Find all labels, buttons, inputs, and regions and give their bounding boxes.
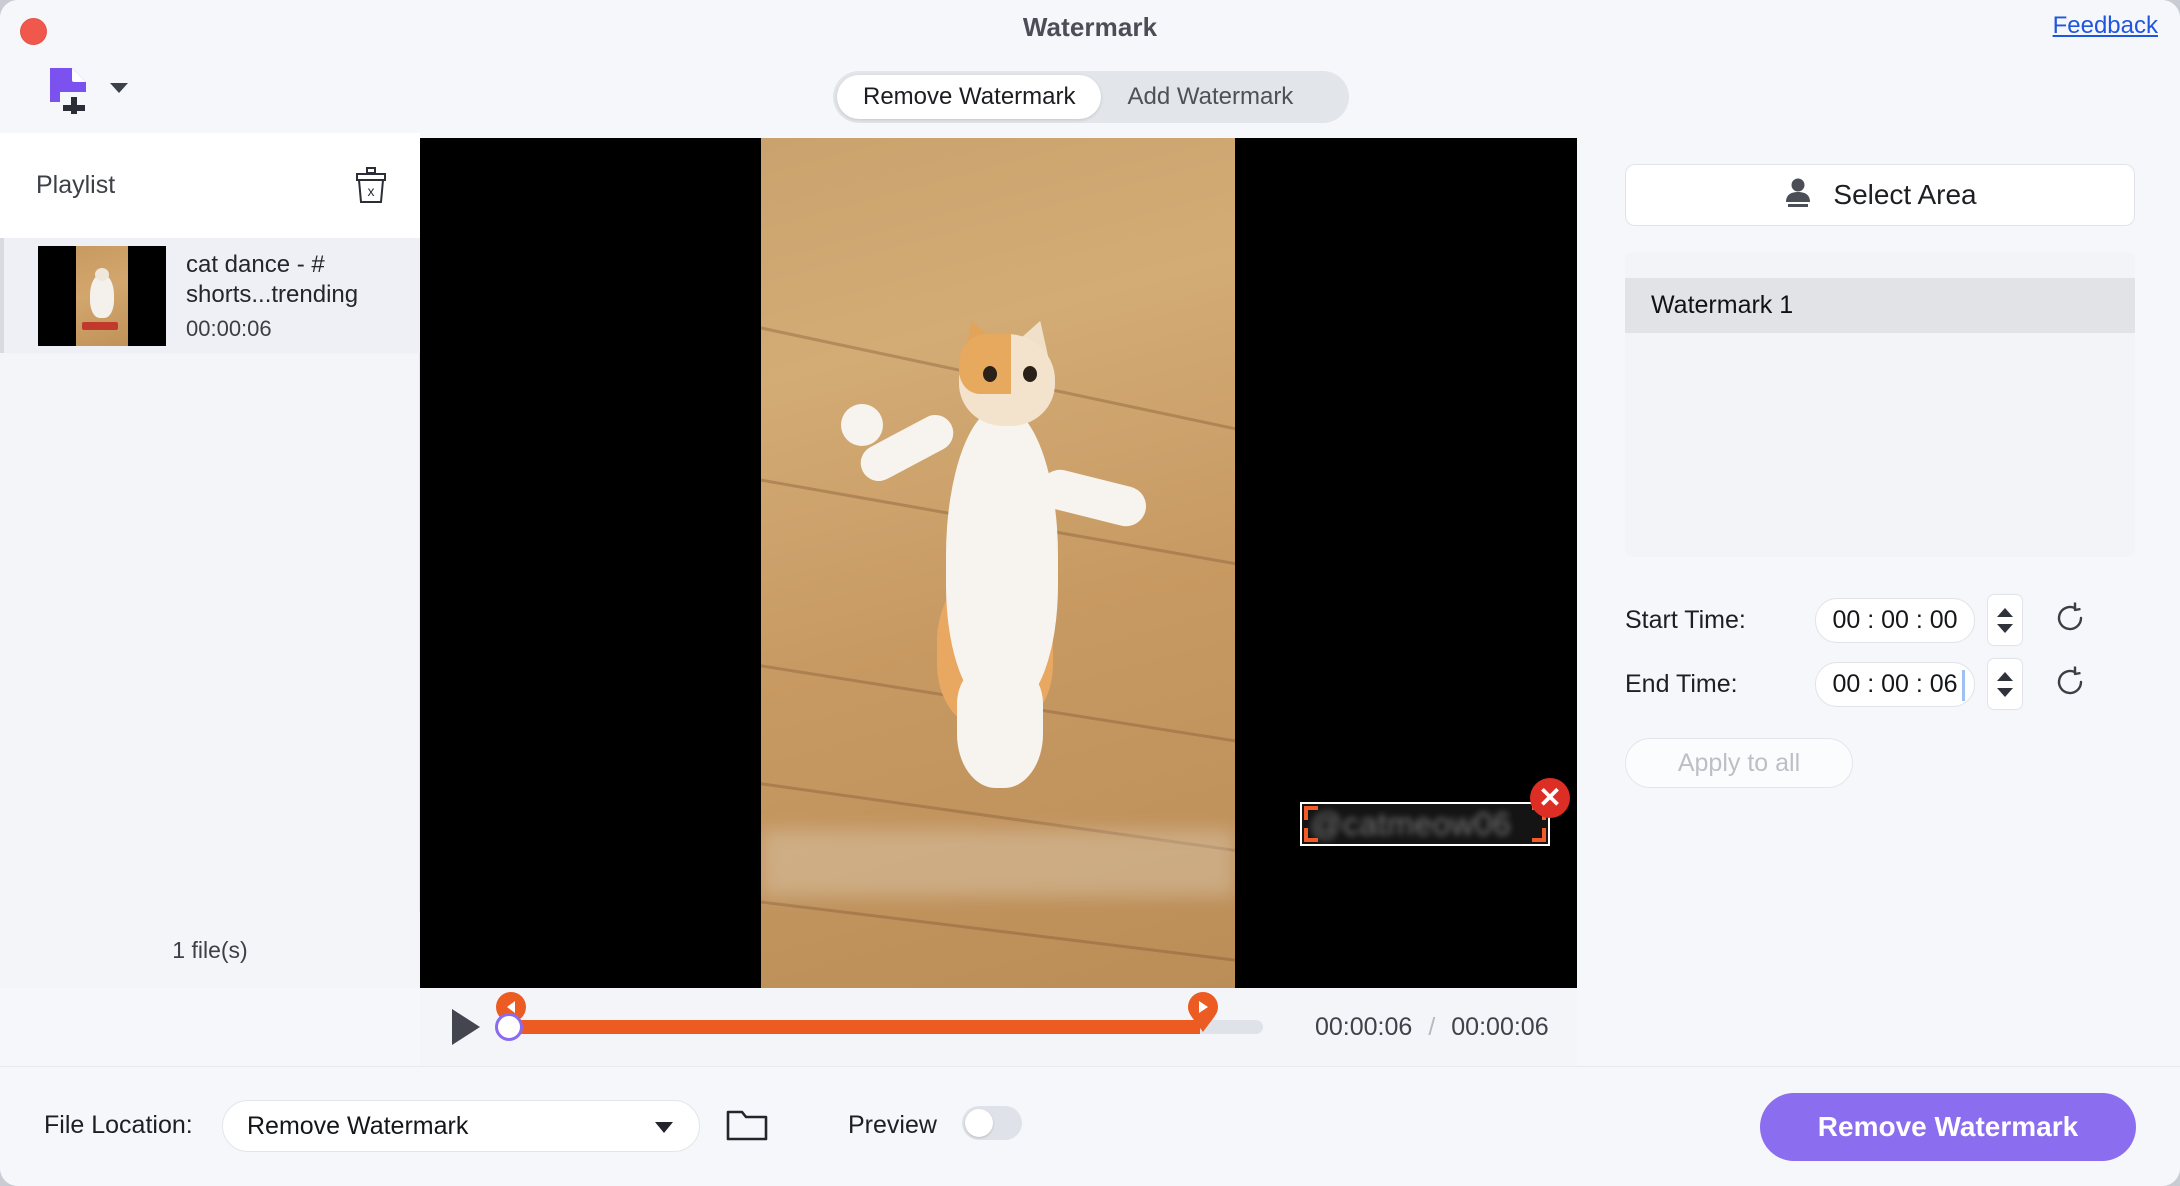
time-display: 00:00:06 / 00:00:06	[1315, 1013, 1549, 1042]
feedback-link[interactable]: Feedback	[2053, 12, 2158, 40]
playlist-header: Playlist x	[0, 133, 420, 238]
preview-toggle[interactable]	[962, 1106, 1022, 1140]
folder-icon[interactable]	[725, 1103, 769, 1148]
toggle-knob	[965, 1109, 993, 1137]
stepper-down-icon[interactable]	[1997, 623, 2013, 633]
file-count-label: 1 file(s)	[0, 912, 420, 988]
resize-handle-top-left[interactable]	[1304, 806, 1318, 820]
title-bar: Watermark Feedback Remove Watermark Add …	[0, 0, 2180, 133]
current-time: 00:00:06	[1315, 1012, 1413, 1041]
preview-label: Preview	[848, 1111, 937, 1139]
timeline-progress	[508, 1020, 1200, 1034]
watermark-list-item[interactable]: Watermark 1	[1625, 278, 2135, 333]
playlist-item-meta: cat dance - # shorts...trending 00:00:06	[186, 250, 401, 342]
trim-end-marker[interactable]	[1186, 992, 1220, 1034]
watermark-list[interactable]: Watermark 1	[1625, 252, 2135, 557]
end-time-input[interactable]: 00 : 00 : 06	[1815, 661, 1975, 707]
list-item[interactable]: cat dance - # shorts...trending 00:00:06	[0, 238, 420, 353]
playlist-title: Playlist	[36, 171, 116, 199]
end-time-value: 00 : 00 : 06	[1832, 669, 1958, 698]
playlist-item-name: cat dance - # shorts...trending	[186, 250, 359, 308]
file-location-label: File Location:	[44, 1111, 193, 1139]
player-controls: 00:00:06 / 00:00:06	[420, 988, 1577, 1066]
apply-to-all-button[interactable]: Apply to all	[1625, 738, 1853, 788]
page-title: Watermark	[1022, 12, 1158, 42]
chevron-down-icon	[110, 83, 128, 93]
mode-tabs: Remove Watermark Add Watermark	[833, 71, 1349, 123]
playhead-handle[interactable]	[495, 1013, 523, 1041]
trash-x-icon[interactable]: x	[354, 166, 388, 205]
playlist-panel: Playlist x cat dance - # shorts...trendi…	[0, 133, 420, 988]
stamp-person-icon	[1783, 177, 1813, 214]
start-time-input[interactable]: 00 : 00 : 00	[1815, 597, 1975, 643]
start-time-reset-icon[interactable]	[2053, 601, 2087, 640]
chevron-down-icon	[655, 1122, 673, 1133]
stepper-up-icon[interactable]	[1997, 607, 2013, 617]
stepper-down-icon[interactable]	[1997, 687, 2013, 697]
remove-watermark-button[interactable]: Remove Watermark	[1760, 1093, 2136, 1161]
video-frame	[761, 138, 1235, 988]
watermark-settings-panel: Select Area Watermark 1 Start Time: 00 :…	[1577, 133, 2180, 1066]
start-time-row: Start Time: 00 : 00 : 00	[1625, 594, 2087, 646]
video-preview[interactable]: @catmeow06 ✕	[420, 138, 1577, 988]
watermark-selection-box[interactable]: @catmeow06 ✕	[1300, 778, 1570, 846]
end-time-row: End Time: 00 : 00 : 06	[1625, 658, 2087, 710]
timeline-track-wrapper[interactable]	[495, 988, 1263, 1066]
select-area-label: Select Area	[1833, 179, 1977, 210]
bottom-bar: File Location: Remove Watermark Preview …	[0, 1066, 2180, 1186]
end-time-stepper[interactable]	[1987, 658, 2023, 710]
time-separator: /	[1428, 1012, 1436, 1041]
tab-remove-watermark[interactable]: Remove Watermark	[837, 75, 1102, 119]
resize-handle-bottom-right[interactable]	[1532, 828, 1546, 842]
add-file-icon	[42, 62, 94, 114]
select-area-button[interactable]: Select Area	[1625, 164, 2135, 226]
file-location-select[interactable]: Remove Watermark	[222, 1100, 700, 1152]
video-thumbnail	[38, 245, 166, 346]
stepper-up-icon[interactable]	[1997, 671, 2013, 681]
start-time-stepper[interactable]	[1987, 594, 2023, 646]
add-file-button[interactable]	[42, 62, 128, 114]
text-caret	[1962, 669, 1965, 701]
tab-add-watermark[interactable]: Add Watermark	[1101, 75, 1319, 119]
playlist-item-duration: 00:00:06	[186, 315, 272, 341]
file-location-value: Remove Watermark	[247, 1111, 469, 1140]
watermark-text: @catmeow06	[1310, 806, 1512, 842]
close-circle-icon[interactable]: ✕	[1530, 778, 1570, 818]
svg-text:x: x	[368, 183, 375, 199]
start-time-label: Start Time:	[1625, 605, 1746, 634]
end-time-reset-icon[interactable]	[2053, 665, 2087, 704]
play-icon[interactable]	[452, 1009, 480, 1045]
end-time-label: End Time:	[1625, 669, 1738, 698]
resize-handle-bottom-left[interactable]	[1304, 828, 1318, 842]
total-time: 00:00:06	[1451, 1012, 1549, 1041]
app-window: Watermark Feedback Remove Watermark Add …	[0, 0, 2180, 1186]
